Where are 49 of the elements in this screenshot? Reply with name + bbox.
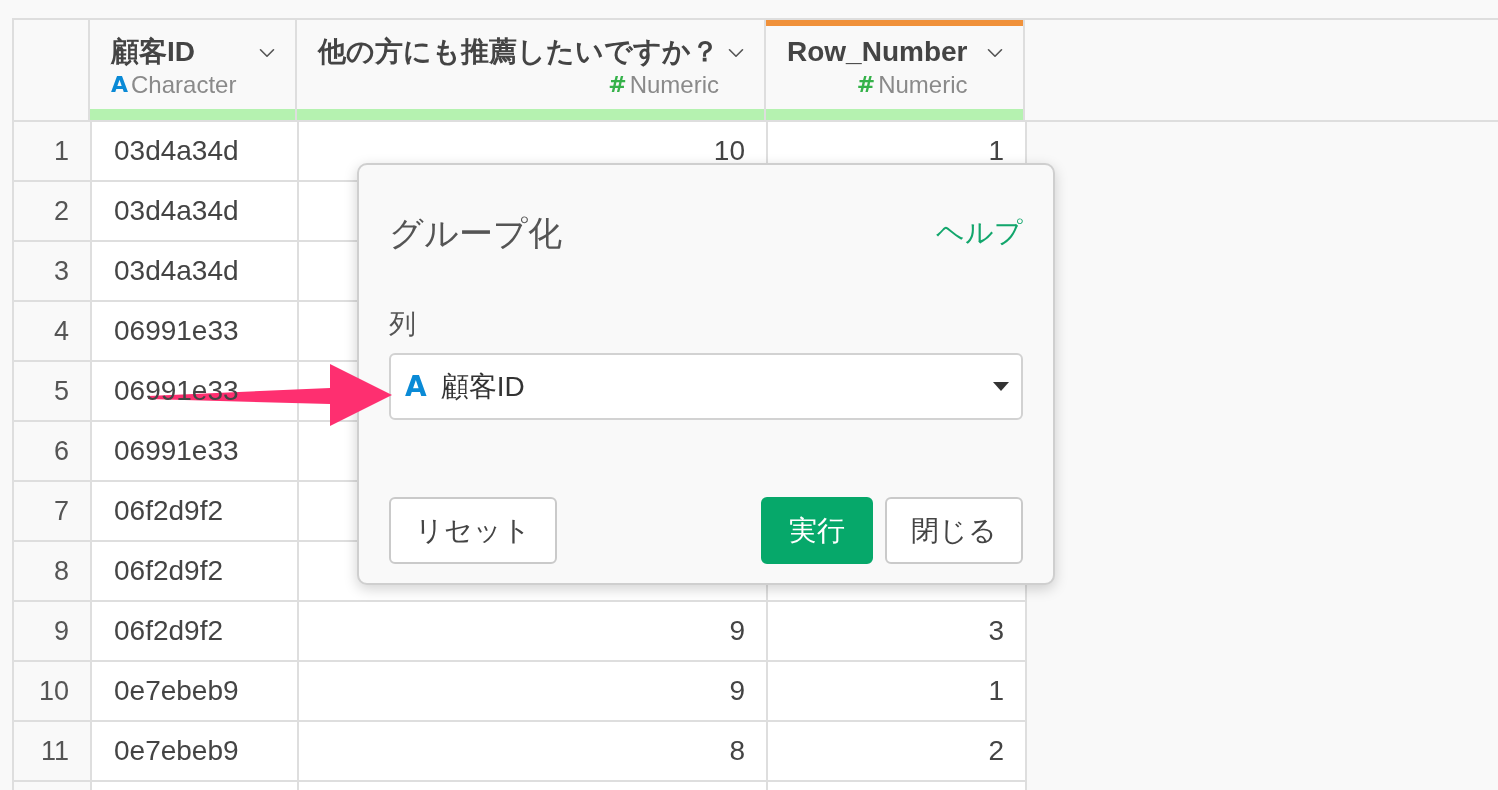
cell-text: 03d4a34d: [114, 254, 239, 288]
row-number: 2: [53, 194, 69, 228]
column-header[interactable]: 顧客ID ACharacter: [90, 20, 297, 120]
type-icon: #: [856, 72, 876, 98]
caret-down-icon: [993, 382, 1009, 391]
cell-text: 06991e33: [114, 434, 239, 468]
row-number: 10: [38, 674, 69, 708]
cell-text: 9: [729, 614, 745, 648]
column-type: Character: [131, 70, 237, 100]
cell-text: 0e7ebeb9: [114, 734, 239, 768]
column-name: 他の方にも推薦したいですか？: [318, 35, 719, 69]
dialog-button[interactable]: 閉じる: [885, 497, 1023, 564]
cell-text: 03d4a34d: [114, 134, 239, 168]
cell-text: 03d4a34d: [114, 194, 239, 228]
row-number: 5: [53, 374, 69, 408]
type-icon: #: [608, 72, 627, 98]
cell-text: 1: [988, 134, 1004, 168]
row-number: 6: [53, 434, 69, 468]
row-number: 7: [53, 494, 69, 528]
column-name: 顧客ID: [111, 35, 195, 69]
row-number: 8: [53, 554, 69, 588]
row-number: 1: [53, 134, 69, 168]
cell-text: 8: [729, 734, 745, 768]
row-number: 3: [53, 254, 69, 288]
column-type: Numeric: [629, 70, 719, 100]
select-value: 顧客ID: [440, 369, 525, 404]
cell-text: 10: [713, 134, 745, 168]
cell-text: 06f2d9f2: [114, 554, 223, 588]
column-header[interactable]: 他の方にも推薦したいですか？ #Numeric: [297, 20, 766, 120]
column-header[interactable]: Row_Number #Numeric: [766, 20, 1025, 120]
type-icon: A: [405, 370, 427, 403]
row-number: 9: [53, 614, 69, 648]
dialog-button[interactable]: リセット: [389, 497, 557, 564]
column-type: Numeric: [878, 70, 968, 100]
column-select[interactable]: A 顧客ID: [389, 353, 1023, 420]
cell-text: 0e7ebeb9: [114, 674, 239, 708]
dialog-title: グループ化: [389, 213, 562, 254]
cell-text: 06f2d9f2: [114, 494, 223, 528]
cell-text: 1: [988, 674, 1004, 708]
row-number: 11: [40, 734, 69, 768]
row-number: 4: [53, 314, 69, 348]
cell-text: 3: [988, 614, 1004, 648]
cell-text: 06991e33: [114, 314, 239, 348]
cell-text: 9: [729, 674, 745, 708]
type-icon: A: [111, 72, 129, 98]
field-label: 列: [389, 308, 416, 341]
column-name: Row_Number: [787, 35, 968, 69]
cell-text: 06f2d9f2: [114, 614, 223, 648]
cell-text: 2: [988, 734, 1004, 768]
